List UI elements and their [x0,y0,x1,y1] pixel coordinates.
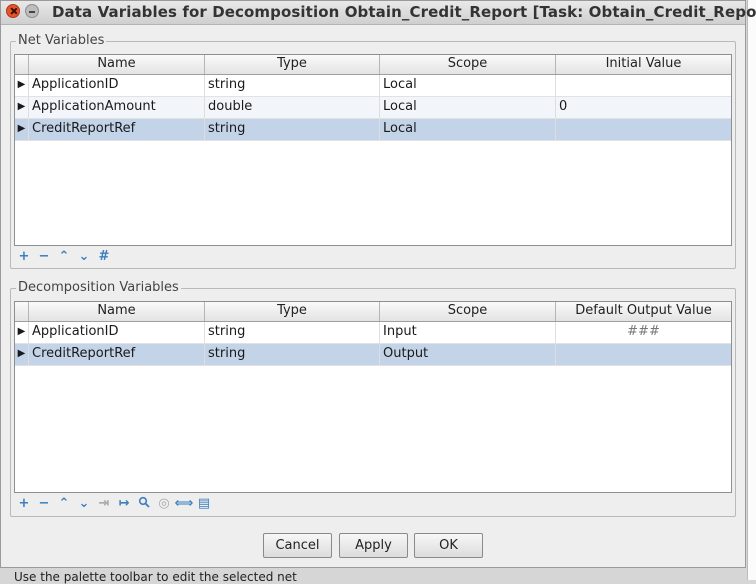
close-icon[interactable] [6,4,20,18]
variable-name[interactable]: ApplicationID [29,322,205,343]
row-header-corner [15,55,29,74]
variable-default-output-value[interactable] [556,344,731,365]
list-icon[interactable]: ▤ [194,496,214,512]
add-icon[interactable]: + [14,249,34,265]
add-icon[interactable]: + [14,496,34,512]
decomposition-variables-group: Decomposition Variables Name Type Scope … [10,280,736,517]
variable-scope[interactable]: Local [380,97,556,118]
move-down-icon[interactable]: ⌄ [74,496,94,512]
variable-initial-value[interactable] [556,119,731,140]
variable-scope[interactable]: Local [380,119,556,140]
cancel-button[interactable]: Cancel [263,533,332,558]
minimize-icon[interactable] [25,4,39,18]
dialog-window: Data Variables for Decomposition Obtain_… [0,0,756,568]
net-variables-toolbar: + − ⌃ ⌄ # [14,249,114,265]
table-row[interactable]: ▶ ApplicationAmount double Local 0 [15,97,731,119]
net-variables-table[interactable]: Name Type Scope Initial Value ▶ Applicat… [14,54,732,246]
table-header: Name Type Scope Default Output Value [15,302,731,322]
apply-button[interactable]: Apply [339,533,408,558]
window-title: Data Variables for Decomposition Obtain_… [52,3,756,21]
row-header-corner [15,302,29,321]
variable-type[interactable]: double [205,97,380,118]
column-header-type[interactable]: Type [205,55,380,74]
remove-icon[interactable]: − [34,496,54,512]
decomposition-variables-toolbar: + − ⌃ ⌄ ⇥ ↦ ◎ ⟺ ▤ [14,496,214,512]
search-icon[interactable] [134,496,154,512]
decomposition-variables-label: Decomposition Variables [16,280,181,295]
variable-name[interactable]: ApplicationID [29,75,205,96]
table-row[interactable]: ▶ ApplicationID string Local [15,75,731,97]
move-up-icon[interactable]: ⌃ [54,249,74,265]
variable-name[interactable]: CreditReportRef [29,344,205,365]
variable-type[interactable]: string [205,119,380,140]
table-header: Name Type Scope Initial Value [15,55,731,75]
row-marker-icon: ▶ [15,322,29,343]
ok-button[interactable]: OK [414,533,483,558]
variable-initial-value[interactable] [556,75,731,96]
indent-icon[interactable]: ⇥ [94,496,114,512]
column-header-default-output-value[interactable]: Default Output Value [556,302,731,321]
table-row-selected[interactable]: ▶ CreditReportRef string Output [15,344,731,366]
variable-name[interactable]: CreditReportRef [29,119,205,140]
column-header-scope[interactable]: Scope [380,55,556,74]
row-marker-icon: ▶ [15,344,29,365]
status-bar-text: Use the palette toolbar to edit the sele… [14,570,297,584]
variable-scope[interactable]: Input [380,322,556,343]
variable-name[interactable]: ApplicationAmount [29,97,205,118]
variable-initial-value[interactable]: 0 [556,97,731,118]
decomposition-variables-table[interactable]: Name Type Scope Default Output Value ▶ A… [14,301,732,493]
variable-type[interactable]: string [205,322,380,343]
move-down-icon[interactable]: ⌄ [74,249,94,265]
target-icon[interactable]: ◎ [154,496,174,512]
variable-scope[interactable]: Output [380,344,556,365]
variable-type[interactable]: string [205,344,380,365]
variable-default-output-value[interactable]: ### [556,322,731,343]
variable-type[interactable]: string [205,75,380,96]
column-header-initial-value[interactable]: Initial Value [556,55,731,74]
column-header-type[interactable]: Type [205,302,380,321]
row-marker-icon: ▶ [15,75,29,96]
background-canvas-edge [747,0,756,580]
row-marker-icon: ▶ [15,97,29,118]
remove-icon[interactable]: − [34,249,54,265]
title-bar: Data Variables for Decomposition Obtain_… [1,1,756,25]
column-header-scope[interactable]: Scope [380,302,556,321]
table-row-selected[interactable]: ▶ CreditReportRef string Local [15,119,731,141]
row-marker-icon: ▶ [15,119,29,140]
column-header-name[interactable]: Name [29,55,205,74]
binding-icon[interactable]: ⟺ [174,496,194,512]
format-icon[interactable]: # [94,249,114,265]
mapping-icon[interactable]: ↦ [114,496,134,512]
move-up-icon[interactable]: ⌃ [54,496,74,512]
net-variables-group: Net Variables Name Type Scope Initial Va… [10,33,736,269]
variable-scope[interactable]: Local [380,75,556,96]
column-header-name[interactable]: Name [29,302,205,321]
net-variables-label: Net Variables [16,33,107,48]
table-row[interactable]: ▶ ApplicationID string Input ### [15,322,731,344]
